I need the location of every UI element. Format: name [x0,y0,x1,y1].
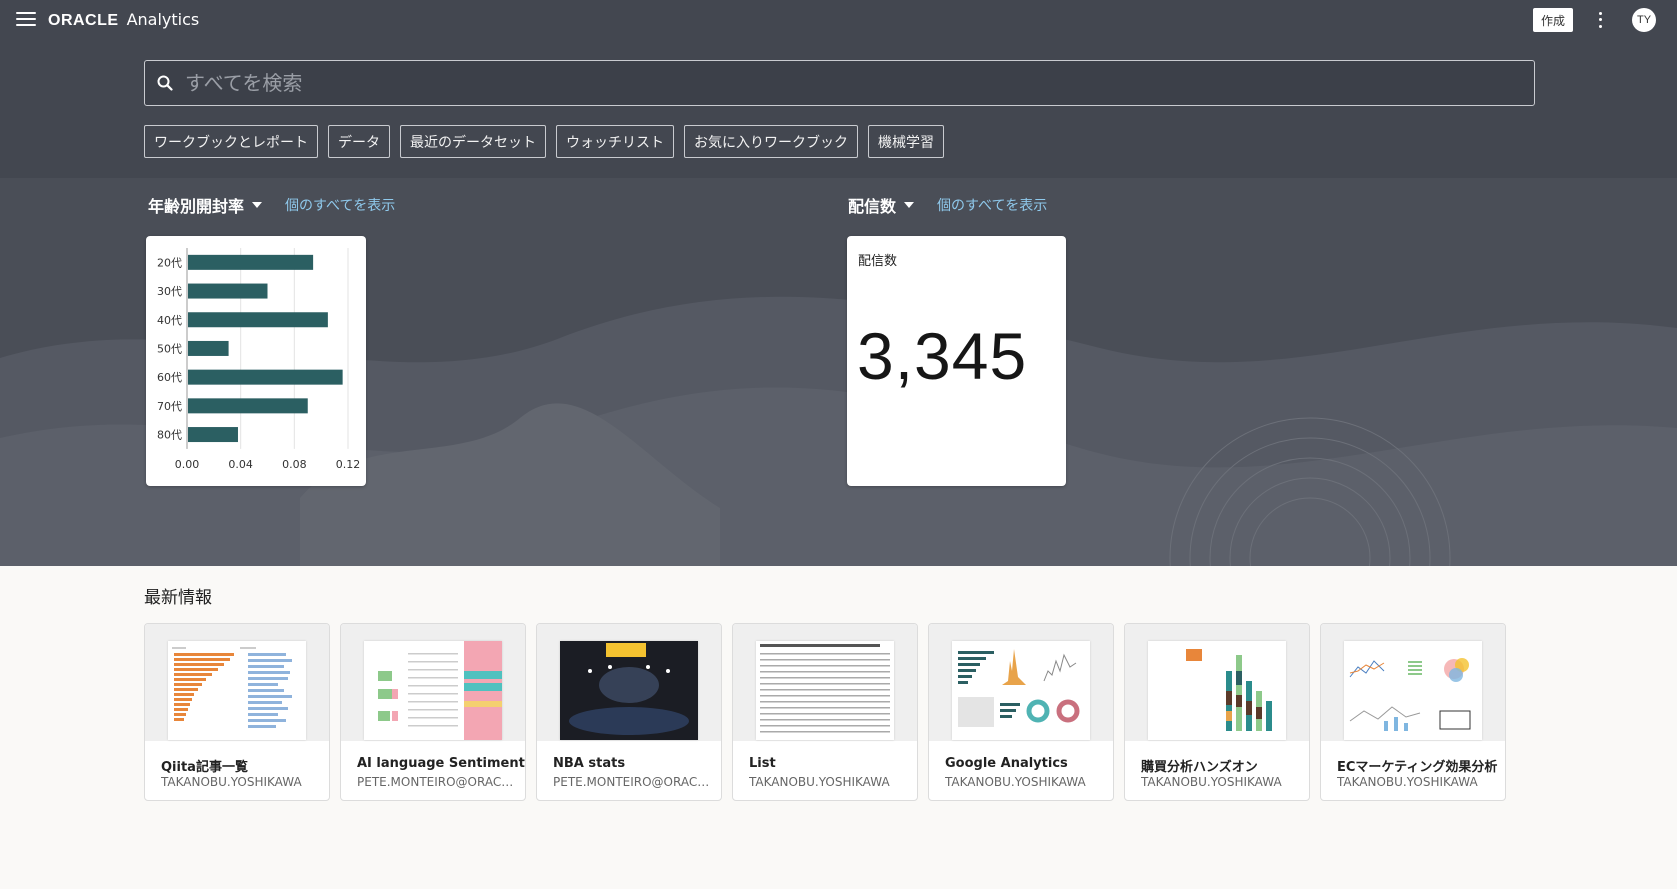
kpi-show-all-link[interactable]: 個のすべてを表示 [937,195,1047,215]
menu-icon[interactable] [16,12,36,28]
bar [188,283,268,299]
chip-data[interactable]: データ [328,125,390,158]
search-bar[interactable] [144,60,1535,106]
y-category-label: 40代 [157,314,182,327]
product-name: Analytics [126,10,200,29]
tile-thumbnail [733,624,917,741]
chip-watchlist[interactable]: ウォッチリスト [556,125,674,158]
thumbnail-image [168,641,306,740]
create-button[interactable]: 作成 [1533,8,1573,32]
tile-owner: TAKANOBU.YOSHIKAWA [749,775,890,789]
tile-owner: PETE.MONTEIRO@ORACLE.COM [553,775,711,789]
bar [188,427,238,443]
x-tick-label: 0.12 [336,458,361,471]
kpi-label: 配信数 [858,254,898,269]
bar [188,398,308,414]
chart-section-header: 年齢別開封率 個のすべてを表示 [148,193,395,217]
oracle-logo: ORACLE [48,12,119,29]
tile-owner: PETE.MONTEIRO@ORACLE.COM [357,775,515,789]
tile-name: Google Analytics [945,756,1068,771]
kpi-section-title[interactable]: 配信数 [848,193,896,217]
thumbnail-image [952,641,1090,740]
chart-show-all-link[interactable]: 個のすべてを表示 [285,195,395,215]
bar [188,369,343,385]
delivery-count-kpi-card[interactable]: 配信数 3,345 [847,236,1066,486]
chevron-down-icon[interactable] [252,202,263,208]
top-bar: ORACLE Analytics 作成 TY [0,0,1677,42]
bar [188,254,314,270]
search-input[interactable] [185,63,1534,103]
tile-thumbnail [1321,624,1505,741]
tile-thumbnail [145,624,329,741]
bar [188,340,229,356]
recent-tile[interactable]: 購買分析ハンズオン TAKANOBU.YOSHIKAWA [1124,623,1310,801]
kpi-section-header: 配信数 個のすべてを表示 [848,193,1047,217]
x-tick-label: 0.04 [228,458,253,471]
recent-tiles: Qiita記事一覧 TAKANOBU.YOSHIKAWA AI language… [144,623,1516,801]
brand[interactable]: ORACLE Analytics [48,10,199,30]
thumbnail-image [1148,641,1286,740]
y-category-label: 70代 [157,400,182,413]
chevron-down-icon[interactable] [904,202,915,208]
chart-section-title[interactable]: 年齢別開封率 [148,193,244,217]
x-tick-label: 0.08 [282,458,307,471]
chip-workbooks-reports[interactable]: ワークブックとレポート [144,125,318,158]
user-avatar[interactable]: TY [1632,8,1656,32]
tile-thumbnail [929,624,1113,741]
y-category-label: 20代 [157,256,182,269]
tile-thumbnail [341,624,525,741]
bar-chart: 0.00 0.04 0.08 0.12 20代 30代 40代 50代 60代 70代 80代 [157,248,361,471]
thumbnail-image [364,641,502,740]
thumbnail-image [1344,641,1482,740]
tile-owner: TAKANOBU.YOSHIKAWA [945,775,1086,789]
tile-owner: TAKANOBU.YOSHIKAWA [161,775,302,789]
recent-tile[interactable]: AI language Sentiment PETE.MONTEIRO@ORAC… [340,623,526,801]
thumbnail-image [756,641,894,740]
tile-name: AI language Sentiment [357,756,525,771]
recent-tile[interactable]: Qiita記事一覧 TAKANOBU.YOSHIKAWA [144,623,330,801]
tile-name: ECマーケティング効果分析 [1337,760,1498,775]
chip-machine-learning[interactable]: 機械学習 [868,125,944,158]
recent-section-title: 最新情報 [144,588,212,608]
y-category-label: 30代 [157,285,182,298]
tile-owner: TAKANOBU.YOSHIKAWA [1141,775,1282,789]
y-category-label: 60代 [157,371,182,384]
y-category-label: 80代 [157,429,182,442]
search-icon [157,75,173,91]
tile-name: Qiita記事一覧 [161,760,248,775]
thumbnail-image [560,641,698,740]
bar [188,312,328,328]
recent-tile[interactable]: List TAKANOBU.YOSHIKAWA [732,623,918,801]
recent-tile[interactable]: NBA stats PETE.MONTEIRO@ORACLE.COM [536,623,722,801]
x-tick-label: 0.00 [175,458,200,471]
y-category-label: 50代 [157,342,182,355]
kpi-value: 3,345 [857,319,1028,393]
recent-tile[interactable]: Google Analytics TAKANOBU.YOSHIKAWA [928,623,1114,801]
tile-name: NBA stats [553,756,626,771]
recent-tile[interactable]: ECマーケティング効果分析 TAKANOBU.YOSHIKAWA [1320,623,1506,801]
tile-name: List [749,756,776,771]
tile-thumbnail [1125,624,1309,741]
chip-favorite-workbooks[interactable]: お気に入りワークブック [684,125,858,158]
chip-recent-datasets[interactable]: 最近のデータセット [400,125,546,158]
filter-chips: ワークブックとレポート データ 最近のデータセット ウォッチリスト お気に入りワ… [144,125,954,158]
more-options-icon[interactable] [1594,10,1606,30]
tile-thumbnail [537,624,721,741]
tile-name: 購買分析ハンズオン [1141,760,1258,775]
age-open-rate-chart-card[interactable]: 0.00 0.04 0.08 0.12 20代 30代 40代 50代 60代 70代 80代 [146,236,366,486]
tile-owner: TAKANOBU.YOSHIKAWA [1337,775,1478,789]
